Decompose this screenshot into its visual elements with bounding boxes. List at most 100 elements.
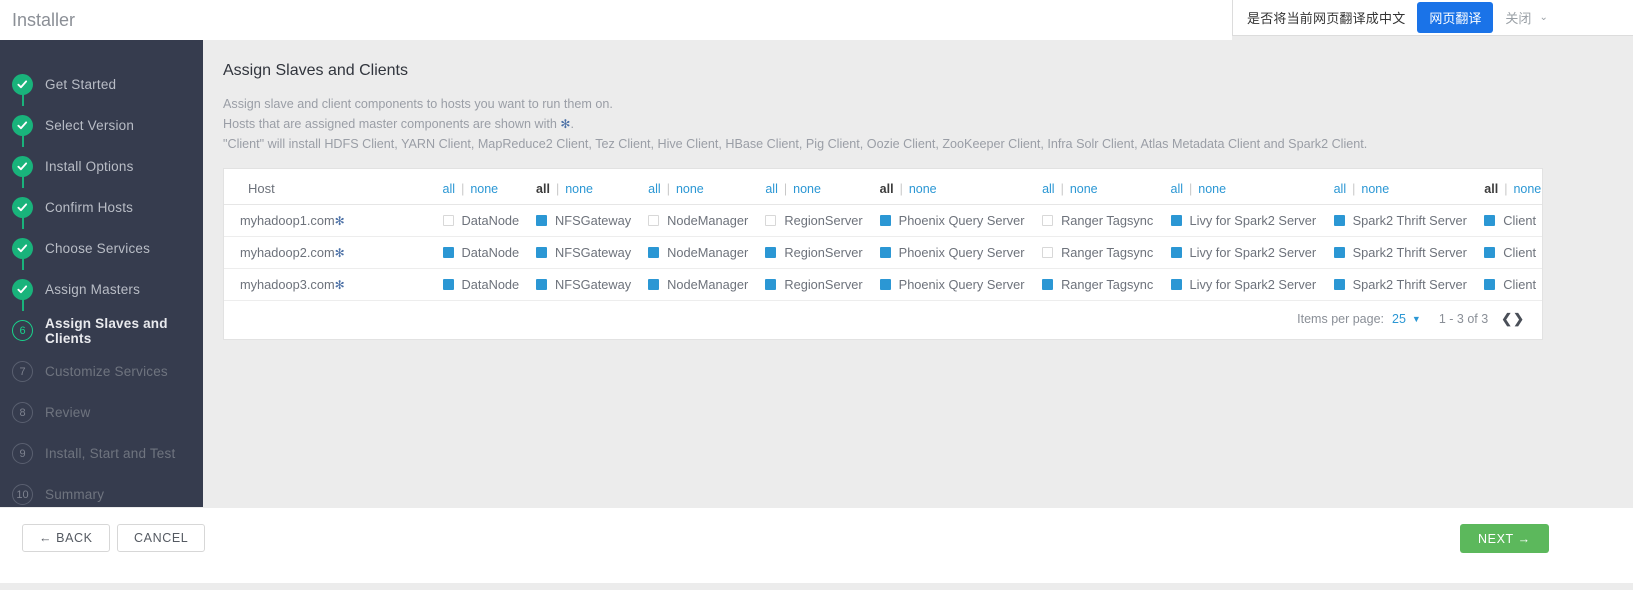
checkbox-datanode[interactable] <box>442 247 454 258</box>
master-marker-icon: ✻ <box>334 214 345 228</box>
sidebar-item-install-start-and-test[interactable]: 9 Install, Start and Test <box>0 433 203 474</box>
next-page-icon[interactable]: ❯ <box>1513 311 1524 327</box>
component-cell-phoenix-query-server[interactable]: Phoenix Query Server <box>863 236 1027 269</box>
select-all-link[interactable]: all <box>1171 182 1184 196</box>
component-cell-datanode[interactable]: DataNode <box>426 204 521 237</box>
select-all-link[interactable]: all <box>536 182 550 196</box>
select-none-link[interactable]: none <box>470 182 498 196</box>
next-button[interactable]: NEXT → <box>1460 524 1549 553</box>
component-cell-ranger-tagsync[interactable]: Ranger Tagsync <box>1026 204 1155 237</box>
checkbox-livy-for-spark2-server[interactable] <box>1170 215 1182 226</box>
table-row: myhadoop3.com✻ DataNode NFSGateway NodeMana… <box>224 268 1542 301</box>
checkbox-nodemanager[interactable] <box>648 247 660 258</box>
component-cell-datanode[interactable]: DataNode <box>426 236 521 269</box>
component-cell-regionserver[interactable]: RegionServer <box>749 268 864 301</box>
checkbox-ranger-tagsync[interactable] <box>1042 215 1054 226</box>
component-cell-client[interactable]: Client <box>1468 204 1542 237</box>
component-cell-livy-for-spark2-server[interactable]: Livy for Spark2 Server <box>1154 268 1318 301</box>
select-all-link[interactable]: all <box>648 182 661 196</box>
component-cell-nodemanager[interactable]: NodeManager <box>632 236 750 269</box>
checkbox-nodemanager[interactable] <box>648 279 660 290</box>
select-none-link[interactable]: none <box>676 182 704 196</box>
checkbox-phoenix-query-server[interactable] <box>879 279 891 290</box>
description-line-1: Assign slave and client components to ho… <box>223 97 613 111</box>
checkbox-spark2-thrift-server[interactable] <box>1333 247 1345 258</box>
chevron-down-icon[interactable]: ⌄ <box>1539 12 1547 23</box>
component-cell-ranger-tagsync[interactable]: Ranger Tagsync <box>1026 268 1155 301</box>
checkbox-nodemanager[interactable] <box>648 215 660 226</box>
items-per-page-value[interactable]: 25 <box>1392 312 1406 326</box>
items-per-page-dropdown-icon[interactable]: ▼ <box>1412 314 1421 324</box>
select-all-link[interactable]: all <box>1042 182 1055 196</box>
component-cell-nfsgateway[interactable]: NFSGateway <box>520 236 633 269</box>
select-none-link[interactable]: none <box>1361 182 1389 196</box>
translate-close-button[interactable]: 关闭 <box>1505 8 1531 27</box>
checkbox-spark2-thrift-server[interactable] <box>1333 215 1345 226</box>
select-all-link[interactable]: all <box>765 182 778 196</box>
sidebar-item-select-version[interactable]: Select Version <box>0 84 203 146</box>
component-cell-nodemanager[interactable]: NodeManager <box>632 268 750 301</box>
checkbox-regionserver[interactable] <box>765 215 777 226</box>
component-cell-livy-for-spark2-server[interactable]: Livy for Spark2 Server <box>1154 204 1318 237</box>
checkbox-nfsgateway[interactable] <box>536 279 548 290</box>
checkbox-nfsgateway[interactable] <box>536 215 548 226</box>
checkbox-spark2-thrift-server[interactable] <box>1333 279 1345 290</box>
translate-page-button[interactable]: 网页翻译 <box>1417 2 1494 33</box>
component-cell-nodemanager[interactable]: NodeManager <box>632 204 750 237</box>
select-all-link[interactable]: all <box>1484 182 1498 196</box>
checkbox-client[interactable] <box>1484 215 1496 226</box>
component-cell-client[interactable]: Client <box>1468 268 1542 301</box>
description-line-3: "Client" will install HDFS Client, YARN … <box>223 137 1368 151</box>
sidebar-item-assign-masters[interactable]: Assign Masters <box>0 248 203 310</box>
checkbox-ranger-tagsync[interactable] <box>1042 279 1054 290</box>
component-cell-datanode[interactable]: DataNode <box>426 268 521 301</box>
check-icon <box>12 156 33 177</box>
sidebar-item-assign-slaves-and-clients[interactable]: 6 Assign Slaves and Clients <box>0 289 203 351</box>
component-cell-client[interactable]: Client <box>1468 236 1542 269</box>
select-none-link[interactable]: none <box>1198 182 1226 196</box>
select-none-link[interactable]: none <box>793 182 821 196</box>
master-marker-icon: ✻ <box>334 246 345 260</box>
select-all-link[interactable]: all <box>880 182 894 196</box>
checkbox-regionserver[interactable] <box>765 247 777 258</box>
previous-page-icon[interactable]: ❮ <box>1501 311 1512 327</box>
sidebar-item-customize-services[interactable]: 7 Customize Services <box>0 351 203 392</box>
component-cell-spark2-thrift-server[interactable]: Spark2 Thrift Server <box>1317 268 1469 301</box>
component-cell-regionserver[interactable]: RegionServer <box>749 204 864 237</box>
component-label: Ranger Tagsync <box>1061 245 1154 260</box>
checkbox-regionserver[interactable] <box>765 279 777 290</box>
checkbox-livy-for-spark2-server[interactable] <box>1170 279 1182 290</box>
sidebar-item-confirm-hosts[interactable]: Confirm Hosts <box>0 166 203 228</box>
checkbox-nfsgateway[interactable] <box>536 247 548 258</box>
checkbox-ranger-tagsync[interactable] <box>1042 247 1054 258</box>
checkbox-livy-for-spark2-server[interactable] <box>1170 247 1182 258</box>
select-all-link[interactable]: all <box>1334 182 1347 196</box>
select-none-link[interactable]: none <box>1070 182 1098 196</box>
component-cell-livy-for-spark2-server[interactable]: Livy for Spark2 Server <box>1154 236 1318 269</box>
sidebar-item-install-options[interactable]: Install Options <box>0 125 203 187</box>
select-none-link[interactable]: none <box>565 182 593 196</box>
all-none-toggle: all | none <box>536 182 593 196</box>
component-cell-spark2-thrift-server[interactable]: Spark2 Thrift Server <box>1317 236 1469 269</box>
component-cell-nfsgateway[interactable]: NFSGateway <box>520 268 633 301</box>
checkbox-datanode[interactable] <box>442 279 454 290</box>
component-cell-phoenix-query-server[interactable]: Phoenix Query Server <box>863 204 1027 237</box>
checkbox-phoenix-query-server[interactable] <box>879 215 891 226</box>
component-cell-spark2-thrift-server[interactable]: Spark2 Thrift Server <box>1317 204 1469 237</box>
sidebar-item-get-started[interactable]: Get Started <box>0 64 203 105</box>
sidebar-item-choose-services[interactable]: Choose Services <box>0 207 203 269</box>
component-cell-phoenix-query-server[interactable]: Phoenix Query Server <box>863 268 1027 301</box>
checkbox-phoenix-query-server[interactable] <box>879 247 891 258</box>
back-button[interactable]: ← BACK <box>22 524 110 552</box>
component-cell-regionserver[interactable]: RegionServer <box>749 236 864 269</box>
select-none-link[interactable]: none <box>1513 182 1541 196</box>
checkbox-datanode[interactable] <box>442 215 454 226</box>
checkbox-client[interactable] <box>1484 279 1496 290</box>
cancel-button[interactable]: CANCEL <box>117 524 206 552</box>
select-none-link[interactable]: none <box>909 182 937 196</box>
component-cell-ranger-tagsync[interactable]: Ranger Tagsync <box>1026 236 1155 269</box>
select-all-link[interactable]: all <box>443 182 456 196</box>
checkbox-client[interactable] <box>1484 247 1496 258</box>
sidebar-item-review[interactable]: 8 Review <box>0 392 203 433</box>
component-cell-nfsgateway[interactable]: NFSGateway <box>520 204 633 237</box>
